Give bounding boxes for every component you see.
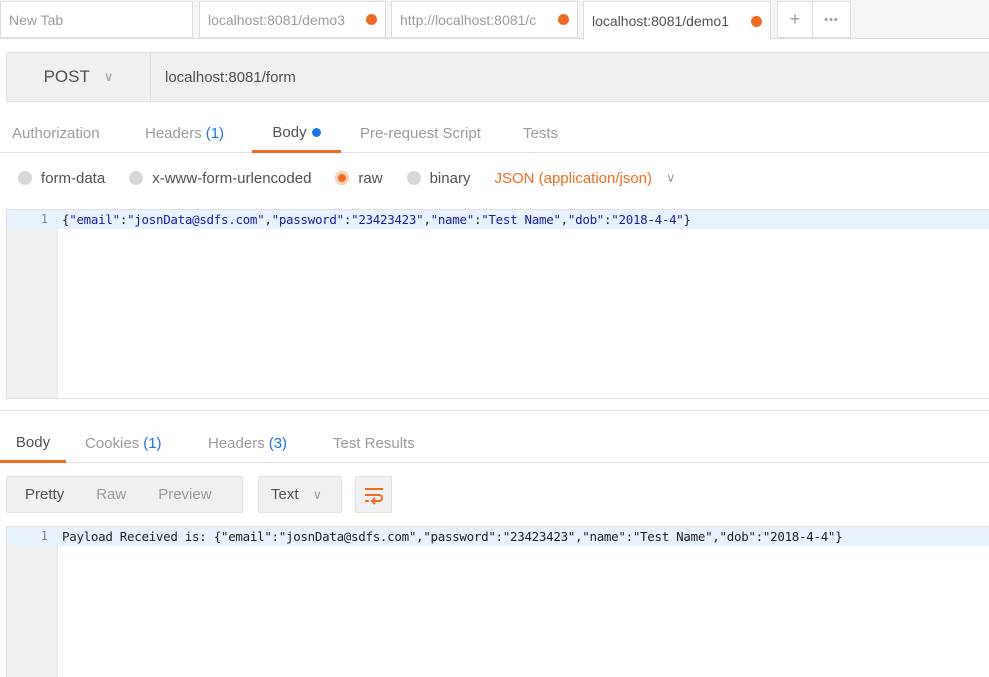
- tab-label: New Tab: [9, 11, 64, 28]
- tab-pre-request-script[interactable]: Pre-request Script: [360, 114, 481, 153]
- headers-count: (1): [205, 125, 225, 142]
- headers-count: (3): [268, 435, 288, 452]
- json-string: "Test Name": [481, 212, 561, 227]
- view-mode-group: Pretty Raw Preview: [6, 476, 243, 513]
- tab-tests[interactable]: Tests: [523, 114, 558, 153]
- tab-headers[interactable]: Headers (1): [145, 114, 224, 153]
- json-string: "josnData@sdfs.com": [127, 212, 265, 227]
- add-tab-button[interactable]: +: [777, 1, 813, 38]
- tab-label: Body: [15, 433, 51, 451]
- tab-new[interactable]: New Tab: [0, 1, 193, 38]
- radio-label: x-www-form-urlencoded: [152, 169, 312, 187]
- url-value: localhost:8081/form: [165, 68, 296, 86]
- json-punctuation: }: [683, 212, 692, 227]
- radio-icon: [129, 171, 144, 185]
- json-punctuation: :: [119, 212, 128, 227]
- tab-label: localhost:8081/demo3: [208, 11, 345, 28]
- content-type-select[interactable]: JSON (application/json) ∨: [494, 170, 675, 187]
- content-type-label: JSON (application/json): [494, 169, 653, 187]
- body-mode-radios: form-data x-www-form-urlencoded raw bina…: [18, 166, 676, 190]
- json-punctuation: ,: [264, 212, 272, 227]
- chevron-down-icon: ∨: [666, 170, 676, 185]
- request-body-editor[interactable]: 1 {"email":"josnData@sdfs.com","password…: [6, 209, 989, 399]
- method-label: POST: [43, 67, 90, 86]
- code-text: {"email":"josnData@sdfs.com","password":…: [62, 210, 691, 229]
- response-body-viewer[interactable]: 1 Payload Received is: {"email":"josnDat…: [6, 526, 989, 677]
- radio-selected-icon: [335, 171, 350, 185]
- tab-label: localhost:8081/demo1: [592, 13, 729, 29]
- tab-demo3[interactable]: localhost:8081/demo3: [199, 1, 386, 38]
- tab-label: Cookies: [85, 435, 140, 452]
- tab-label: Body: [272, 123, 307, 141]
- json-string: "2018-4-4": [611, 212, 684, 227]
- tab-label: Authorization: [12, 125, 100, 142]
- chevron-down-icon: ∨: [103, 69, 114, 84]
- preview-button[interactable]: Preview: [126, 486, 211, 503]
- tab-label: http://localhost:8081/c: [400, 11, 537, 28]
- json-string: "23423423": [351, 212, 424, 227]
- tab-label: Headers: [145, 125, 202, 142]
- unsaved-dot-icon: [366, 14, 377, 25]
- code-line: 1 {"email":"josnData@sdfs.com","password…: [7, 210, 989, 229]
- json-punctuation: ,: [560, 212, 569, 227]
- plus-icon: +: [789, 9, 801, 29]
- radio-label: form-data: [41, 169, 106, 187]
- tab-authorization[interactable]: Authorization: [12, 114, 100, 153]
- tab-test-results[interactable]: Test Results: [333, 424, 415, 463]
- radio-label: raw: [358, 169, 383, 187]
- chevron-down-icon: ∨: [312, 486, 323, 502]
- json-string: "email": [69, 212, 120, 227]
- line-number: 1: [40, 529, 48, 543]
- method-select[interactable]: POST ∨: [7, 53, 151, 101]
- line-gutter: [7, 527, 58, 677]
- format-label: Text: [271, 486, 299, 503]
- radio-label: binary: [429, 169, 471, 187]
- radio-raw[interactable]: raw: [335, 169, 383, 187]
- json-string: "name": [430, 212, 475, 227]
- code-line: 1 Payload Received is: {"email":"josnDat…: [7, 527, 989, 546]
- radio-x-www-form-urlencoded[interactable]: x-www-form-urlencoded: [129, 170, 311, 187]
- request-url-bar: POST ∨ localhost:8081/form: [6, 52, 989, 102]
- tab-bar: New Tab localhost:8081/demo3 http://loca…: [0, 0, 989, 40]
- tab-demo1[interactable]: localhost:8081/demo1: [583, 1, 771, 40]
- format-select[interactable]: Text ∨: [258, 476, 342, 513]
- tab-response-body[interactable]: Body: [0, 424, 66, 463]
- tab-label: Pre-request Script: [360, 125, 481, 142]
- tab-label: Tests: [523, 125, 559, 142]
- radio-form-data[interactable]: form-data: [18, 170, 105, 187]
- radio-icon: [406, 171, 421, 185]
- raw-button[interactable]: Raw: [64, 486, 126, 503]
- more-tabs-button[interactable]: •••: [812, 1, 851, 38]
- tab-http-localhost[interactable]: http://localhost:8081/c: [391, 1, 578, 38]
- pane-divider[interactable]: [0, 410, 989, 411]
- url-input[interactable]: localhost:8081/form: [165, 53, 296, 101]
- line-gutter: [7, 210, 58, 398]
- radio-icon: [18, 171, 32, 185]
- pretty-button[interactable]: Pretty: [7, 486, 64, 503]
- response-tabs: Body Cookies (1) Headers (3) Test Results: [0, 424, 989, 463]
- wrap-lines-button[interactable]: [355, 476, 392, 513]
- unsaved-dot-icon: [558, 14, 569, 25]
- more-icon: •••: [824, 13, 839, 26]
- line-number: 1: [40, 212, 48, 226]
- cookies-count: (1): [143, 435, 162, 452]
- wrap-lines-icon: [364, 487, 383, 505]
- body-indicator-dot-icon: [311, 127, 321, 137]
- code-text: Payload Received is: {"email":"josnData@…: [62, 529, 843, 544]
- request-tabs: Authorization Headers (1) Body Pre-reques…: [0, 114, 989, 153]
- json-string: "password": [271, 212, 345, 227]
- tab-label: Test Results: [333, 435, 415, 452]
- tab-body[interactable]: Body: [252, 114, 341, 153]
- unsaved-dot-icon: [751, 15, 762, 27]
- tab-cookies[interactable]: Cookies (1): [85, 424, 162, 463]
- json-punctuation: :: [343, 212, 352, 227]
- json-string: "dob": [567, 212, 605, 227]
- radio-binary[interactable]: binary: [406, 169, 471, 187]
- json-punctuation: ,: [423, 212, 431, 227]
- tab-response-headers[interactable]: Headers (3): [208, 424, 287, 463]
- tab-label: Headers: [208, 435, 265, 452]
